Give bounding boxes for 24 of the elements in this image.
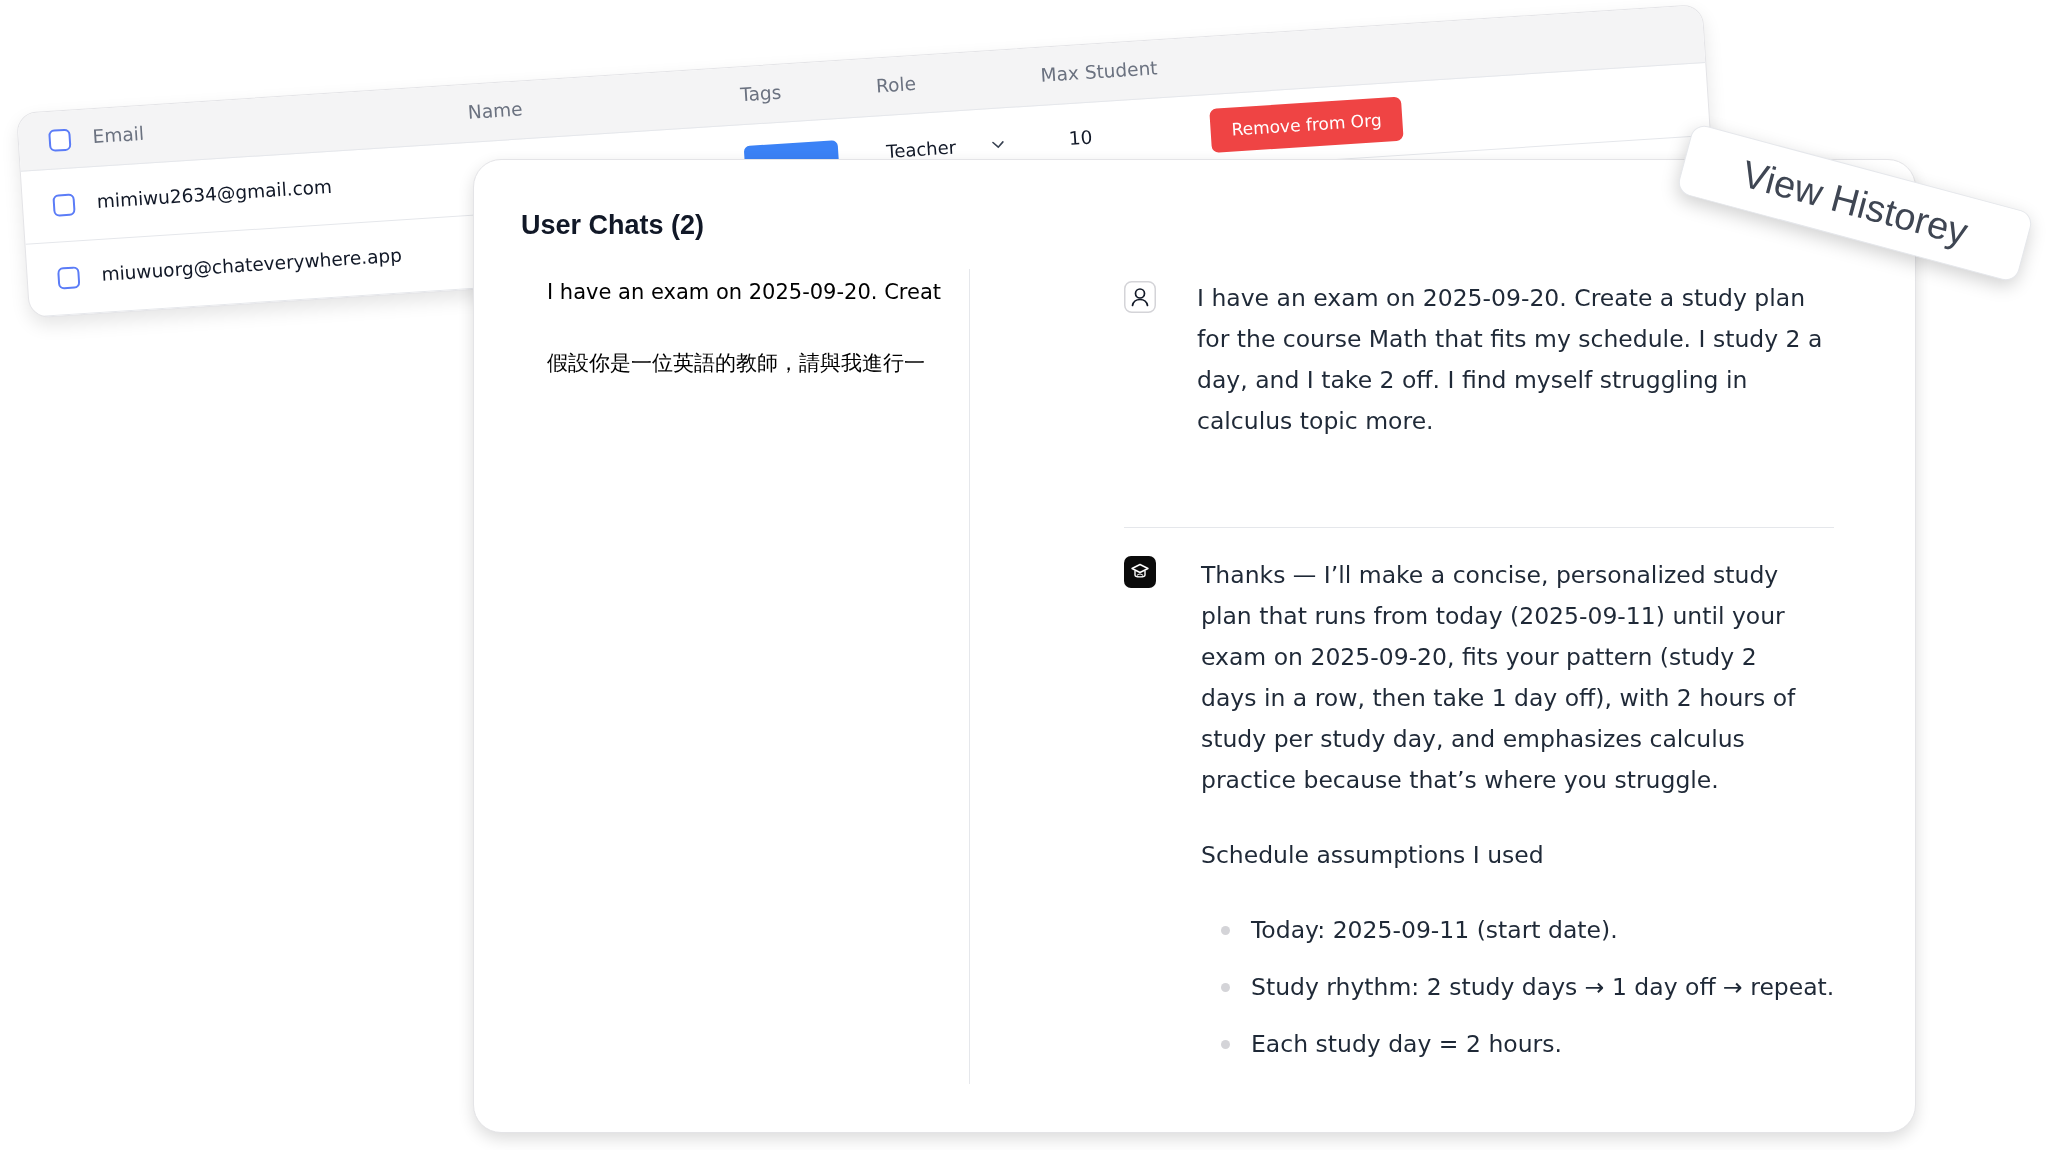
message-text: Thanks — I’ll make a concise, personalized study plan that runs from today (2025-09-11) until your exam on 2025-09-20, fits your pattern (study 2 days in a row, then take 1 day off), with 2 hours of study per study day, and emphasizes calculus practice because that’s where you struggle. [1201, 560, 1797, 796]
message-text: Schedule assumptions I used [1201, 840, 1545, 871]
chevron-down-icon [991, 140, 1005, 150]
column-header: Role [875, 72, 917, 96]
message-text: I have an exam on 2025-09-20. Create a study plan for the course Math that fits my schedule. I study 2 a day, and I take 2 off. I find myself struggling in calculus topic more. [1197, 283, 1824, 437]
chat-list-item[interactable]: I have an exam on 2025-09-20. Creat [547, 269, 941, 317]
person-icon [1124, 281, 1156, 313]
chat-list-item[interactable]: 假設你是一位英語的教師，請與我進行一 [547, 340, 925, 388]
list-item-text: Each study day = 2 hours. [1251, 1029, 1562, 1060]
column-header: Name [467, 97, 523, 123]
cap-logo-icon [1124, 556, 1156, 588]
column-header: Max Student [1040, 56, 1159, 86]
column-header: Tags [739, 81, 782, 105]
checkbox[interactable] [57, 266, 81, 290]
list-item-text: Study rhythm: 2 study days → 1 day off → repeat. [1251, 972, 1835, 1003]
dialog-title: User Chats (2) [521, 209, 705, 242]
list-item-text: Today: 2025-09-11 (start date). [1251, 915, 1618, 946]
email-cell: miuwuorg@chateverywhere.app [100, 244, 403, 285]
remove-from-org-button[interactable]: Remove from Org [1209, 96, 1404, 153]
column-header: Email [91, 122, 145, 147]
email-cell: mimiwu2634@gmail.com [96, 175, 333, 212]
checkbox[interactable] [48, 128, 72, 152]
checkbox[interactable] [52, 193, 76, 217]
max-student-cell: 10 [1068, 126, 1093, 150]
